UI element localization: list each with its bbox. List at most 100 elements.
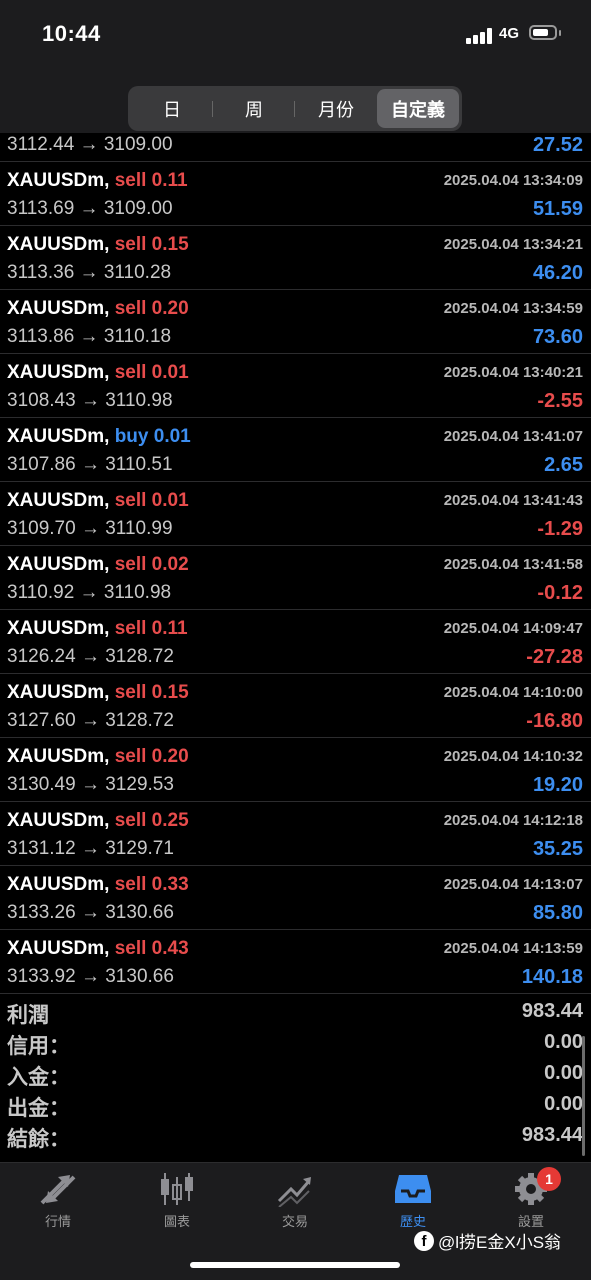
trade-profit: 19.20 [532, 774, 583, 796]
trade-side: sell 0.02 [115, 554, 189, 575]
trade-symbol: XAUUSDm, sell 0.33 [7, 874, 189, 896]
trade-row[interactable]: XAUUSDm, sell 0.11 2025.04.04 14:09:47 312… [0, 610, 591, 674]
trade-date: 2025.04.04 13:34:09 [443, 172, 583, 189]
summary-credit: 信用： 0.00 [0, 1027, 591, 1058]
volume-text: 0.11 [151, 618, 188, 639]
trade-row[interactable]: XAUUSDm, sell 0.02 2025.04.04 13:41:58 311… [0, 546, 591, 610]
trade-side: sell 0.25 [115, 810, 189, 831]
trade-side: sell 0.01 [115, 490, 189, 511]
trade-row[interactable]: XAUUSDm, sell 0.15 2025.04.04 14:10:00 312… [0, 674, 591, 738]
trade-profit: 27.52 [532, 134, 583, 156]
trade-row[interactable]: XAUUSDm, sell 0.11 2025.04.04 13:34:09 311… [0, 162, 591, 226]
trade-row[interactable]: XAUUSDm, sell 0.01 2025.04.04 13:41:43 310… [0, 482, 591, 546]
symbol-text: XAUUSDm, [7, 810, 110, 831]
volume-text: 0.43 [151, 938, 189, 959]
volume-text: 0.20 [151, 746, 189, 767]
volume-text: 0.01 [151, 490, 189, 511]
trade-date: 2025.04.04 13:40:21 [443, 364, 583, 381]
trade-date: 2025.04.04 13:41:43 [443, 492, 583, 509]
trade-date: 2025.04.04 13:34:59 [443, 300, 583, 317]
trade-row[interactable]: XAUUSDm, sell 0.20 2025.04.04 14:10:32 313… [0, 738, 591, 802]
trade-row[interactable]: XAUUSDm, sell 0.25 2025.04.04 14:12:18 313… [0, 802, 591, 866]
trade-side: sell 0.33 [115, 874, 189, 895]
summary-label: 出金： [7, 1097, 70, 1120]
symbol-text: XAUUSDm, [7, 938, 110, 959]
side-text: sell [114, 682, 147, 703]
watermark: f @l捞E金X小S翁 [414, 1228, 561, 1253]
screen: 3112.44 → 3109.00 27.52 XAUUSDm, sell 0.… [0, 0, 591, 1280]
tab-settings[interactable]: 1 設置 [491, 1167, 571, 1230]
trade-profit: -1.29 [537, 518, 583, 540]
summary-value: 0.00 [544, 1062, 583, 1084]
volume-text: 0.15 [151, 234, 189, 255]
trade-symbol: XAUUSDm, sell 0.20 [7, 298, 189, 320]
symbol-text: XAUUSDm, [7, 874, 110, 895]
trade-prices: 3113.36 → 3110.28 [7, 262, 172, 283]
period-segmented-control[interactable]: 日 周 月份 自定義 [128, 86, 462, 131]
history-inbox-icon [395, 1175, 431, 1203]
symbol-text: XAUUSDm, [7, 490, 110, 511]
trade-history-list[interactable]: 3112.44 → 3109.00 27.52 XAUUSDm, sell 0.… [0, 98, 591, 994]
tab-history[interactable]: 歷史 [373, 1171, 453, 1230]
trade-side: sell 0.11 [115, 170, 188, 191]
tab-quotes[interactable]: 行情 [18, 1171, 98, 1230]
trade-symbol: XAUUSDm, sell 0.20 [7, 746, 189, 768]
trade-date: 2025.04.04 14:12:18 [443, 812, 583, 829]
summary-label: 入金： [7, 1066, 70, 1089]
segment-day[interactable]: 日 [131, 89, 213, 128]
summary-label: 結餘： [7, 1128, 70, 1151]
trade-profit: 35.25 [532, 838, 583, 860]
volume-text: 0.15 [151, 682, 189, 703]
trade-symbol: XAUUSDm, sell 0.25 [7, 810, 189, 832]
notification-badge: 1 [537, 1167, 561, 1191]
trade-side: sell 0.15 [115, 682, 189, 703]
volume-text: 0.02 [151, 554, 189, 575]
trade-row[interactable]: XAUUSDm, sell 0.33 2025.04.04 14:13:07 313… [0, 866, 591, 930]
side-text: sell [114, 234, 147, 255]
volume-text: 0.01 [153, 426, 191, 447]
account-summary: 利潤 983.44 信用： 0.00 入金： 0.00 出金： 0.00 結餘：… [0, 996, 591, 1151]
trade-symbol: XAUUSDm, sell 0.01 [7, 490, 189, 512]
trade-side: sell 0.15 [115, 234, 189, 255]
summary-profit: 利潤 983.44 [0, 996, 591, 1027]
side-text: buy [114, 426, 149, 447]
symbol-text: XAUUSDm, [7, 170, 110, 191]
scroll-indicator[interactable] [582, 1036, 585, 1156]
tab-charts[interactable]: 圖表 [137, 1171, 217, 1230]
side-text: sell [114, 874, 147, 895]
trade-row[interactable]: XAUUSDm, buy 0.01 2025.04.04 13:41:07 3107… [0, 418, 591, 482]
summary-withdrawal: 出金： 0.00 [0, 1089, 591, 1120]
tab-label: 交易 [281, 1214, 308, 1229]
trade-prices: 3127.60 → 3128.72 [7, 710, 174, 731]
segment-week[interactable]: 周 [213, 89, 295, 128]
trade-prices: 3108.43 → 3110.98 [7, 390, 173, 411]
trade-date: 2025.04.04 13:41:58 [443, 556, 583, 573]
trade-prices: 3126.24 → 3128.72 [7, 646, 174, 667]
tab-label: 圖表 [163, 1214, 190, 1229]
tab-trade[interactable]: 交易 [255, 1171, 335, 1230]
trade-row[interactable]: XAUUSDm, sell 0.20 2025.04.04 13:34:59 311… [0, 290, 591, 354]
segment-month[interactable]: 月份 [295, 89, 377, 128]
summary-label: 信用： [7, 1035, 70, 1058]
side-text: sell [114, 298, 147, 319]
trade-symbol: XAUUSDm, sell 0.01 [7, 362, 189, 384]
side-text: sell [114, 362, 147, 383]
candlestick-chart-icon [161, 1173, 193, 1205]
trade-prices: 3109.70 → 3110.99 [7, 518, 173, 539]
trade-symbol: XAUUSDm, sell 0.43 [7, 938, 189, 960]
home-indicator[interactable] [190, 1262, 400, 1268]
volume-text: 0.01 [151, 362, 189, 383]
trade-profit: 140.18 [521, 966, 583, 988]
trade-row[interactable]: XAUUSDm, sell 0.43 2025.04.04 14:13:59 313… [0, 930, 591, 994]
trade-date: 2025.04.04 14:09:47 [443, 620, 583, 637]
side-text: sell [114, 554, 147, 575]
summary-value: 983.44 [521, 1124, 583, 1146]
trade-row[interactable]: XAUUSDm, sell 0.15 2025.04.04 13:34:21 311… [0, 226, 591, 290]
trade-symbol: XAUUSDm, sell 0.15 [7, 682, 189, 704]
trade-symbol: XAUUSDm, buy 0.01 [7, 426, 191, 448]
trade-prices: 3133.92 → 3130.66 [7, 966, 174, 987]
trade-row[interactable]: XAUUSDm, sell 0.01 2025.04.04 13:40:21 310… [0, 354, 591, 418]
battery-icon [529, 25, 557, 40]
trade-profit: 51.59 [532, 198, 583, 220]
segment-custom[interactable]: 自定義 [377, 89, 459, 128]
